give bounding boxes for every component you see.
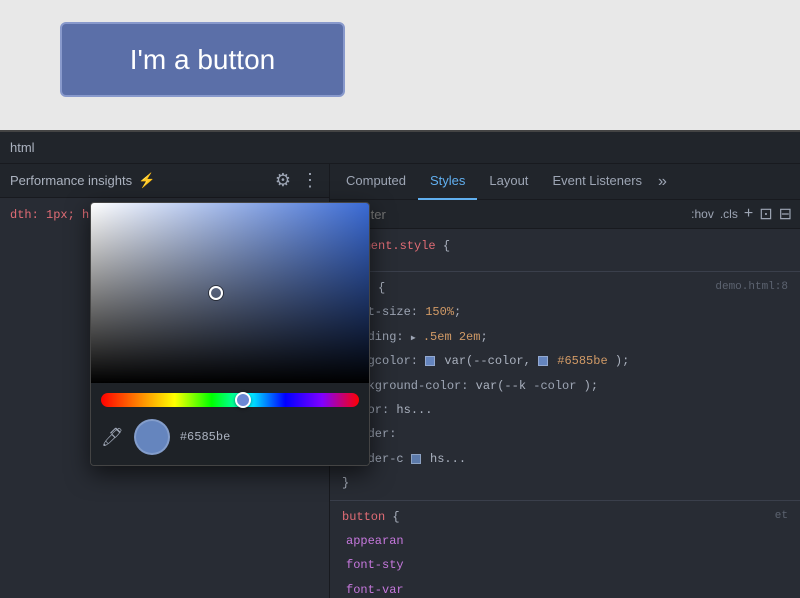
tab-event-listeners[interactable]: Event Listeners: [540, 164, 654, 200]
btn-rule-block: .btn { demo.html:8 font-size: 150%; padd…: [330, 272, 800, 501]
devtools-right-panel: Computed Styles Layout Event Listeners »…: [330, 164, 800, 598]
padding-prop: padding: ▶ .5em 2em;: [330, 325, 800, 349]
font-size-prop: font-size: 150%;: [330, 300, 800, 324]
css-content: element.style { } .btn { demo.html:8 fon…: [330, 229, 800, 598]
hov-badge[interactable]: :hov: [691, 207, 714, 221]
demo-button[interactable]: I'm a button: [60, 22, 345, 97]
button-source-link[interactable]: et: [775, 507, 788, 526]
layout-button[interactable]: ⊡: [759, 204, 772, 224]
border-prop: border:: [330, 422, 800, 446]
color-cursor[interactable]: [209, 286, 223, 300]
tab-computed[interactable]: Computed: [334, 164, 418, 200]
btn-selector-line: .btn { demo.html:8: [330, 276, 800, 300]
performance-insights-bar: Performance insights ⚡ ⚙ ⋮: [0, 164, 329, 198]
tab-styles[interactable]: Styles: [418, 164, 477, 200]
element-style-block: element.style { }: [330, 235, 800, 272]
button-rule-block: button { et appearan font-sty font-var: [330, 501, 800, 598]
padding-triangle[interactable]: ▶: [411, 332, 416, 346]
split-button[interactable]: ⊟: [779, 204, 792, 224]
color-prop: color: hs...: [330, 398, 800, 422]
eyedropper-button[interactable]: 🖊: [101, 427, 124, 448]
font-var-prop-1: font-var: [330, 578, 800, 598]
button-selector-line: button { et: [330, 505, 800, 529]
cls-badge[interactable]: .cls: [720, 207, 738, 221]
button-selector: button: [342, 510, 385, 524]
color-hex-input[interactable]: [180, 430, 359, 444]
font-style-prop: font-sty: [330, 553, 800, 577]
settings-icon[interactable]: ⚙: [275, 170, 291, 191]
hue-strip[interactable]: [101, 393, 359, 407]
devtools-panel: html Performance insights ⚡ ⚙ ⋮ dth: 1px…: [0, 130, 800, 598]
bgcolor-prop: --bgcolor: var(--color, #6585be );: [330, 349, 800, 373]
filter-input[interactable]: [357, 207, 683, 222]
color-preview-circle[interactable]: [134, 419, 170, 455]
add-rule-button[interactable]: +: [744, 205, 753, 223]
devtools-titlebar: html: [0, 132, 800, 164]
eyedropper-icon: 🖊: [101, 427, 124, 447]
background-color-prop: background-color: var(--k -color );: [330, 374, 800, 398]
btn-close: }: [330, 471, 800, 495]
color-swatch-2[interactable]: [538, 356, 548, 366]
hue-thumb[interactable]: [235, 392, 251, 408]
color-picker: 🖊: [90, 202, 370, 466]
performance-insights-icon: ⚡: [138, 172, 155, 189]
element-style-open: element.style {: [342, 239, 788, 253]
tabs-more-icon[interactable]: »: [658, 173, 667, 191]
border-color-swatch[interactable]: [411, 454, 421, 464]
devtools-main: Performance insights ⚡ ⚙ ⋮ dth: 1px; hei…: [0, 164, 800, 598]
tab-layout[interactable]: Layout: [477, 164, 540, 200]
appearance-prop: appearan: [330, 529, 800, 553]
color-gradient[interactable]: [91, 203, 369, 383]
more-options-icon[interactable]: ⋮: [301, 170, 319, 191]
demo-button-label: I'm a button: [130, 44, 275, 76]
element-style-close: }: [342, 253, 788, 267]
filter-bar: ⊟ :hov .cls + ⊡ ⊟: [330, 200, 800, 229]
color-controls: 🖊: [91, 383, 369, 465]
filter-badges: :hov .cls + ⊡ ⊟: [691, 204, 792, 224]
inspector-tabs: Computed Styles Layout Event Listeners »: [330, 164, 800, 200]
devtools-title: html: [10, 140, 35, 155]
btn-source-link[interactable]: demo.html:8: [715, 278, 788, 297]
bgcolor-swatch[interactable]: [425, 356, 435, 366]
performance-insights-label: Performance insights: [10, 173, 132, 188]
border-c-prop: border-c hs...: [330, 447, 800, 471]
